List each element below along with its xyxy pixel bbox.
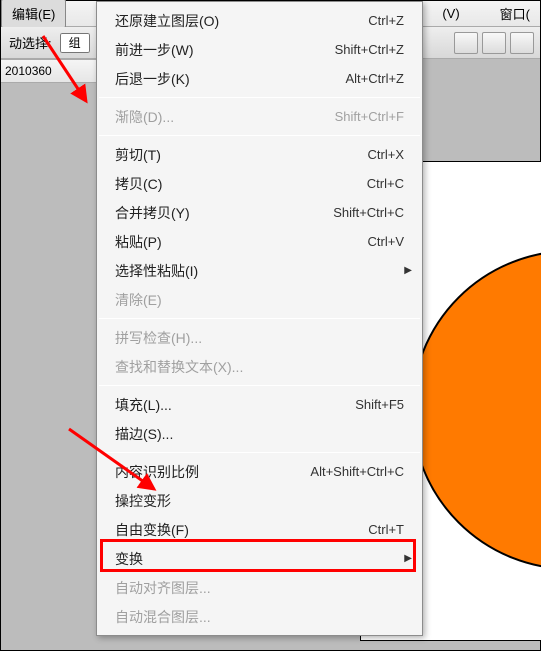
menu-content-aware[interactable]: 内容识别比例 Alt+Shift+Ctrl+C (97, 457, 422, 486)
menu-spell: 拼写检查(H)... (97, 323, 422, 352)
menu-copy-merged[interactable]: 合并拷贝(Y) Shift+Ctrl+C (97, 198, 422, 227)
separator (99, 97, 420, 98)
menu-auto-align: 自动对齐图层... (97, 573, 422, 602)
document-tab-label: 2010360 (5, 64, 52, 78)
menu-auto-blend: 自动混合图层... (97, 602, 422, 631)
submenu-arrow-icon: ▶ (404, 553, 412, 564)
align-icon-2[interactable] (482, 32, 506, 54)
menu-find: 查找和替换文本(X)... (97, 352, 422, 381)
menu-step-back[interactable]: 后退一步(K) Alt+Ctrl+Z (97, 64, 422, 93)
menu-stroke[interactable]: 描边(S)... (97, 419, 422, 448)
menu-transform[interactable]: 变换 ▶ (97, 544, 422, 573)
separator (99, 385, 420, 386)
pie-shape (411, 250, 541, 570)
edit-menu-dropdown: 还原建立图层(O) Ctrl+Z 前进一步(W) Shift+Ctrl+Z 后退… (96, 1, 423, 636)
toolbar-label: 动选择: (9, 33, 52, 52)
align-icon-3[interactable] (510, 32, 534, 54)
submenu-arrow-icon: ▶ (404, 265, 412, 276)
menu-puppet[interactable]: 操控变形 (97, 486, 422, 515)
menu-free-transform[interactable]: 自由变换(F) Ctrl+T (97, 515, 422, 544)
menu-paste-special[interactable]: 选择性粘贴(I) ▶ (97, 256, 422, 285)
separator (99, 135, 420, 136)
menu-paste[interactable]: 粘贴(P) Ctrl+V (97, 227, 422, 256)
menu-window[interactable]: 窗口( (490, 0, 540, 27)
separator (99, 452, 420, 453)
menu-fade: 渐隐(D)... Shift+Ctrl+F (97, 102, 422, 131)
menu-fill[interactable]: 填充(L)... Shift+F5 (97, 390, 422, 419)
separator (99, 318, 420, 319)
menu-copy[interactable]: 拷贝(C) Ctrl+C (97, 169, 422, 198)
group-select[interactable] (60, 33, 90, 53)
menu-undo[interactable]: 还原建立图层(O) Ctrl+Z (97, 6, 422, 35)
document-tab[interactable]: 2010360 (1, 59, 99, 83)
align-icon-1[interactable] (454, 32, 478, 54)
menu-clear: 清除(E) (97, 285, 422, 314)
menu-cut[interactable]: 剪切(T) Ctrl+X (97, 140, 422, 169)
menu-view-partial[interactable]: (V) (432, 2, 469, 25)
menu-edit[interactable]: 编辑(E) (1, 0, 66, 28)
menu-step-forward[interactable]: 前进一步(W) Shift+Ctrl+Z (97, 35, 422, 64)
